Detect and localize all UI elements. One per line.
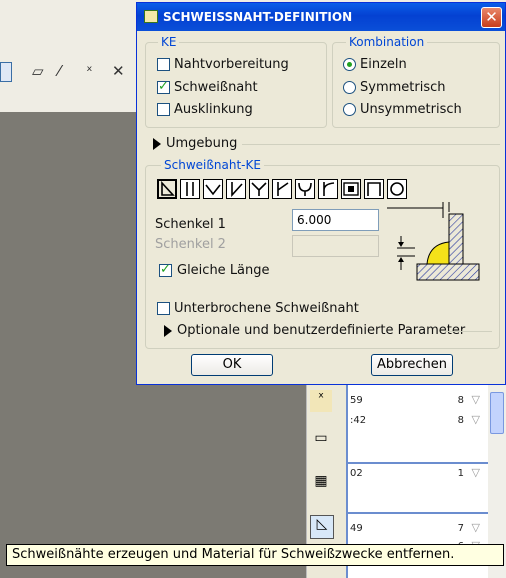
dialog-title: SCHWEISSNAHT-DEFINITION	[163, 10, 353, 24]
spot-icon[interactable]	[387, 179, 407, 199]
umgebung-toggle[interactable]: Umgebung	[166, 136, 237, 151]
weld-definition-dialog: SCHWEISSNAHT-DEFINITION ✕ KE Nahtvorbere…	[136, 2, 506, 385]
dialog-app-icon	[144, 10, 158, 23]
filter-icon: ▽	[471, 413, 480, 426]
ausklinkung-label: Ausklinkung	[174, 102, 253, 117]
y-groove-icon[interactable]	[249, 179, 269, 199]
schenkel2-label: Schenkel 2	[155, 237, 226, 252]
schweissnaht-checkbox[interactable]	[157, 79, 170, 94]
bevel-groove-icon[interactable]	[226, 179, 246, 199]
nahtvorbereitung-checkbox[interactable]	[157, 58, 170, 71]
optionale-expand-icon[interactable]	[164, 325, 172, 337]
list-item[interactable]: :42 8 ▽	[348, 411, 486, 431]
weld-table-tool-icon[interactable]: ▦	[310, 473, 332, 495]
u-groove-icon[interactable]	[295, 179, 315, 199]
symmetrisch-radio[interactable]	[343, 81, 356, 94]
scrollbar-thumb[interactable]	[490, 392, 504, 434]
weld-surface-icon[interactable]: ▱	[32, 62, 54, 84]
fillet-icon[interactable]	[157, 179, 177, 199]
ke-legend: KE	[158, 35, 180, 49]
schenkel2-input[interactable]	[292, 235, 379, 257]
filter-icon: ▽	[471, 393, 480, 406]
optionale-toggle[interactable]: Optionale und benutzerdefinierte Paramet…	[177, 323, 465, 338]
weld-create-tool-icon[interactable]: ◺	[310, 515, 334, 539]
slot-icon[interactable]	[364, 179, 384, 199]
weld-edge-icon[interactable]: ✕	[112, 62, 134, 84]
square-groove-icon[interactable]	[180, 179, 200, 199]
schweissnaht-label: Schweißnaht	[174, 80, 258, 95]
part-icon[interactable]	[0, 62, 12, 82]
einzeln-radio[interactable]	[343, 58, 356, 71]
plug-icon[interactable]	[341, 179, 361, 199]
gleiche-laenge-checkbox[interactable]	[159, 262, 172, 277]
einzeln-label: Einzeln	[360, 57, 407, 72]
symmetrisch-label: Symmetrisch	[360, 80, 446, 95]
weld-points-tool-icon[interactable]: ˣ	[310, 390, 332, 412]
filter-icon: ▽	[471, 466, 480, 479]
umgebung-expand-icon[interactable]	[153, 138, 161, 150]
schenkel1-label: Schenkel 1	[155, 217, 226, 232]
nahtvorbereitung-label: Nahtvorbereitung	[174, 57, 289, 72]
weld-points-icon[interactable]: ˣ	[86, 62, 108, 84]
j-groove-icon[interactable]	[318, 179, 338, 199]
list-divider	[348, 512, 488, 514]
tooltip: Schweißnähte erzeugen und Material für S…	[6, 544, 504, 566]
weld-note-tool-icon[interactable]: ▭	[310, 430, 332, 452]
v-groove-icon[interactable]	[203, 179, 223, 199]
unsymmetrisch-label: Unsymmetrisch	[360, 102, 462, 117]
unterbrochene-label: Unterbrochene Schweißnaht	[174, 301, 359, 316]
list-item[interactable]: 49 7 ▽	[348, 519, 486, 539]
cancel-button[interactable]: Abbrechen	[371, 354, 453, 376]
gleiche-laenge-label: Gleiche Länge	[177, 263, 270, 278]
umgebung-divider	[242, 144, 500, 145]
list-item[interactable]: 59 8 ▽	[348, 391, 486, 411]
ausklinkung-checkbox[interactable]	[157, 103, 170, 116]
kombination-legend: Kombination	[346, 35, 428, 49]
ok-button[interactable]: OK	[191, 354, 273, 376]
unterbrochene-checkbox[interactable]	[157, 302, 170, 315]
schweissnaht-ke-legend: Schweißnaht-KE	[161, 158, 264, 172]
list-item[interactable]: 02 1 ▽	[348, 464, 486, 484]
optionale-divider	[445, 331, 492, 332]
unsymmetrisch-radio[interactable]	[343, 103, 356, 116]
weld-seam-icon[interactable]: ⁄	[58, 62, 80, 84]
schenkel1-input[interactable]: 6.000	[292, 209, 379, 231]
close-button[interactable]: ✕	[481, 7, 502, 28]
bevel-y-icon[interactable]	[272, 179, 292, 199]
weld-preview-image	[387, 202, 480, 281]
filter-icon: ▽	[471, 521, 480, 534]
dialog-titlebar[interactable]: SCHWEISSNAHT-DEFINITION ✕	[137, 3, 505, 31]
